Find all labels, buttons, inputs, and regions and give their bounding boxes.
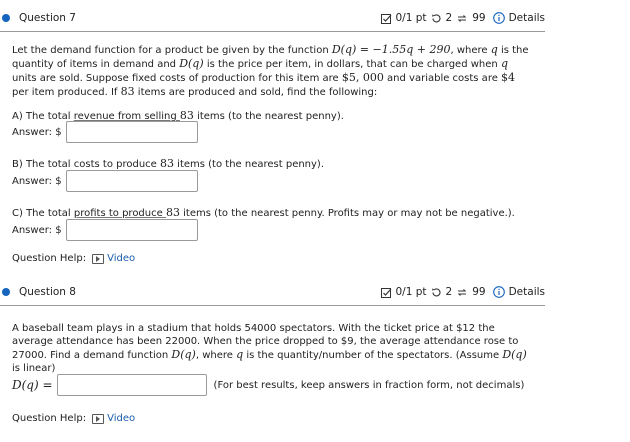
demand-function-answer-row: D(q) = (For best results, keep answers i… [12, 374, 524, 396]
question-7-meta: 0/1 pt 2 99 Details [380, 12, 545, 24]
question-8-tries: 2 [445, 286, 453, 298]
part-b-number: 83 [160, 157, 174, 170]
part-b-prompt: B) The total costs to produce 83 items (… [12, 157, 532, 171]
variable-cost-math: $4 [501, 71, 516, 84]
question-8-divider [0, 305, 545, 306]
part-b-answer-row: Answer: $ [12, 170, 198, 192]
question-8-attempts: 99 [472, 286, 486, 298]
question-8-meta: 0/1 pt 2 99 Details [380, 286, 545, 298]
question-7-divider [0, 31, 545, 32]
answer-label: Answer: $ [12, 126, 62, 138]
question-7-title-group: Question 7 [0, 12, 76, 24]
video-icon [92, 413, 105, 424]
question-8-header: Question 8 0/1 pt 2 99 Details [0, 282, 545, 302]
part-c-answer-row: Answer: $ [12, 219, 198, 241]
part-c-number: 83 [165, 206, 180, 219]
score-icon [380, 287, 391, 298]
dq-math: D(q) [171, 348, 196, 361]
info-icon[interactable] [492, 12, 505, 24]
quantity-math: 83 [120, 85, 135, 98]
retry-icon [431, 287, 441, 296]
question-7-tries: 2 [445, 12, 453, 24]
demand-function-input[interactable] [56, 374, 207, 396]
info-icon[interactable] [492, 286, 505, 298]
variable-q-math: q [490, 43, 498, 56]
video-icon [92, 253, 105, 264]
question-help-label: Question Help: [12, 413, 87, 424]
prompt-text: , where [450, 45, 491, 56]
part-a-text: items (to the nearest penny). [193, 111, 344, 122]
prompt-text: is linear) [12, 363, 56, 374]
retry-icon [431, 13, 441, 22]
part-a-answer-row: Answer: $ [12, 121, 198, 143]
part-b-answer-input[interactable] [65, 170, 198, 192]
part-c-underlined: profits to produce [73, 208, 166, 219]
prompt-text: items are produced and sold, find the fo… [134, 87, 378, 98]
prompt-text: and variable costs are [383, 73, 502, 84]
video-label[interactable]: Video [107, 253, 135, 264]
demand-function-math: D(q) = −1.55q + 290 [331, 43, 451, 56]
answer-label: Answer: $ [12, 175, 62, 187]
dq-math: D(q) [502, 348, 527, 361]
question-help-label: Question Help: [12, 253, 87, 264]
question-8-title: Question 8 [19, 286, 76, 298]
answer-label: Answer: $ [12, 224, 62, 236]
variable-q-math: q [500, 57, 508, 70]
prompt-text: per item produced. If [12, 87, 121, 98]
part-c-text: items (to the nearest penny. Profits may… [179, 208, 515, 219]
details-link[interactable]: Details [509, 286, 545, 298]
question-8-title-group: Question 8 [0, 286, 76, 298]
fraction-hint: (For best results, keep answers in fract… [213, 379, 525, 391]
question-7-title: Question 7 [19, 12, 76, 24]
question-8-prompt: A baseball team plays in a stadium that … [12, 322, 532, 375]
part-c-answer-input[interactable] [65, 219, 198, 241]
question-7-help: Question Help: Video [12, 253, 135, 264]
score-icon [380, 13, 391, 24]
question-8-score: 0/1 pt [395, 286, 427, 298]
question-7-score: 0/1 pt [395, 12, 427, 24]
fixed-cost-math: $5, 000 [341, 71, 384, 84]
prompt-text: , where [195, 350, 237, 361]
prompt-text: Let the demand function for a product be… [12, 45, 332, 56]
attempts-icon [457, 14, 467, 22]
part-a-answer-input[interactable] [65, 121, 198, 143]
prompt-text: is the price per item, in dollars, that … [203, 59, 501, 70]
question-7-header: Question 7 0/1 pt 2 99 Details [0, 8, 545, 28]
prompt-text: is the quantity/number of the spectators… [243, 350, 503, 361]
part-c-text: C) The total [12, 208, 74, 219]
attempts-icon [457, 288, 467, 296]
question-7-prompt: Let the demand function for a product be… [12, 43, 532, 99]
part-b-text: B) The total costs to produce [12, 159, 160, 170]
dq-math: D(q) [179, 57, 204, 70]
prompt-text: units are sold. Suppose fixed costs of p… [12, 73, 342, 84]
question-status-dot [2, 14, 10, 22]
video-link[interactable]: Video [92, 253, 135, 264]
video-label[interactable]: Video [107, 413, 135, 424]
question-7-attempts: 99 [472, 12, 486, 24]
part-b-text: items (to the nearest penny). [174, 159, 325, 170]
details-link[interactable]: Details [509, 12, 545, 24]
part-c-prompt: C) The total profits to produce 83 items… [12, 206, 532, 220]
video-link[interactable]: Video [92, 413, 135, 424]
question-status-dot [2, 288, 10, 296]
demand-function-label: D(q) = [12, 378, 53, 392]
question-8-help: Question Help: Video [12, 413, 135, 424]
